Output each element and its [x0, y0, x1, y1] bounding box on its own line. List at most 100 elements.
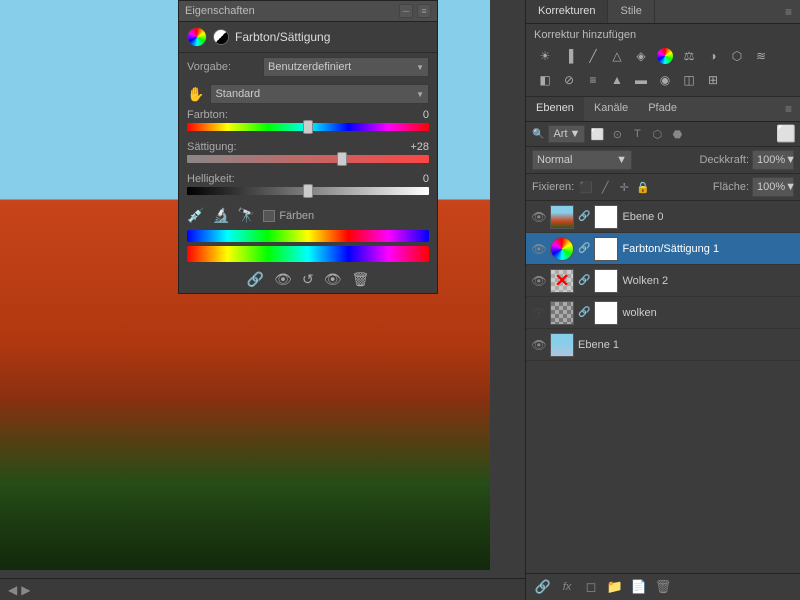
korr-gradient-icon[interactable]: ▬	[630, 69, 652, 91]
layer-eye-huesat1[interactable]: 👁	[532, 242, 546, 256]
layer-tabs: Ebenen Kanäle Pfade ≡	[526, 97, 800, 122]
layer-item-wolken[interactable]: 👁 🔗 wolken	[526, 297, 800, 329]
layer-mask-wolken2	[594, 269, 618, 293]
layer-name-ebene1: Ebene 1	[578, 339, 794, 351]
helligkeit-slider-thumb[interactable]	[303, 184, 313, 198]
new-group-icon[interactable]: 📁	[606, 578, 624, 596]
hue-sat-color-wheel-icon	[187, 27, 207, 47]
layer-item-wolken2[interactable]: 👁 🔗 Wolken 2	[526, 265, 800, 297]
eye-bottom-icon[interactable]: 👁	[274, 271, 292, 288]
layer-tab-group: Ebenen Kanäle Pfade	[526, 97, 687, 121]
farbton-slider-track[interactable]	[187, 123, 429, 131]
layer-eye-wolken2[interactable]: 👁	[532, 274, 546, 288]
right-panel: Korrekturen Stile ≡ Korrektur hinzufügen…	[525, 0, 800, 600]
korr-selectivecolor-icon[interactable]: ◉	[654, 69, 676, 91]
delete-icon[interactable]: 🗑	[351, 271, 369, 288]
korr-threshold-icon[interactable]: ▲	[606, 69, 628, 91]
korr-extra2-icon[interactable]: ⊞	[702, 69, 724, 91]
eyedropper-minus-icon[interactable]: 🔭	[238, 207, 255, 224]
korr-brightness-icon[interactable]: ☀	[534, 45, 556, 67]
layer-item-ebene1[interactable]: 👁 Ebene 1	[526, 329, 800, 361]
korr-extra1-icon[interactable]: ◫	[678, 69, 700, 91]
korr-invert-icon[interactable]: ⊘	[558, 69, 580, 91]
layer-eye-ebene1[interactable]: 👁	[532, 338, 546, 352]
add-mask-icon[interactable]: ◻	[582, 578, 600, 596]
filter-search-icon: 🔍	[532, 129, 544, 140]
new-layer-icon[interactable]: 📄	[630, 578, 648, 596]
link-layers-icon[interactable]: 🔗	[534, 578, 552, 596]
layer-eye-ebene0[interactable]: 👁	[532, 210, 546, 224]
korr-exposure-icon[interactable]: △	[606, 45, 628, 67]
standard-dropdown[interactable]: Standard ▼	[210, 84, 429, 104]
deckkraft-arrow: ▼	[785, 154, 796, 166]
layer-panel-menu-icon[interactable]: ≡	[777, 98, 800, 120]
korr-mixer-icon[interactable]: ≋	[750, 45, 772, 67]
color-gradient-bar-bottom	[187, 246, 429, 262]
fix-gradient-icon[interactable]: ╱	[597, 179, 613, 195]
deckkraft-value[interactable]: 100% ▼	[752, 150, 794, 170]
hue-sat-header: Farbton/Sättigung	[179, 22, 437, 53]
saettigung-slider-track[interactable]	[187, 155, 429, 163]
farbton-value: 0	[399, 109, 429, 121]
opacity-group: Deckkraft: 100% ▼	[699, 150, 794, 170]
layers-filter-toolbar: 🔍 Art ▼ ⬜ ⊙ T ⬡ ⬣ ⬜	[526, 122, 800, 147]
reset-icon[interactable]: ↺	[302, 271, 314, 288]
properties-bottom-icons: 🔗 👁 ↺ 👁 🗑	[179, 266, 437, 293]
tab-ebenen[interactable]: Ebenen	[526, 97, 584, 121]
korr-huesat-icon[interactable]	[657, 48, 673, 64]
blend-mode-arrow: ▼	[616, 154, 627, 166]
korr-photo-icon[interactable]: ⬡	[726, 45, 748, 67]
saettigung-slider-thumb[interactable]	[337, 152, 347, 166]
fx-icon[interactable]: fx	[558, 578, 576, 596]
filter-icon1[interactable]: ⬜	[589, 126, 605, 142]
layer-eye-wolken[interactable]: 👁	[532, 306, 546, 320]
eyedropper-icon[interactable]: 💉	[187, 207, 204, 224]
nav-arrows: ◀ ▶	[8, 583, 30, 597]
vorgabe-dropdown[interactable]: Benutzerdefiniert ▼	[263, 57, 429, 77]
filter-toggle[interactable]: ⬜	[778, 126, 794, 142]
flaeche-value[interactable]: 100% ▼	[752, 177, 794, 197]
main-area: Eigenschaften ─ ≡ Farbton/Sättigung Vorg…	[0, 0, 800, 600]
farbton-slider-thumb[interactable]	[303, 120, 313, 134]
korr-curves-icon[interactable]: ╱	[582, 45, 604, 67]
tab-pfade[interactable]: Pfade	[638, 97, 687, 121]
helligkeit-slider-track[interactable]	[187, 187, 429, 195]
panel-menu-icon[interactable]: ≡	[417, 4, 431, 18]
blend-mode-dropdown[interactable]: Normal ▼	[532, 150, 632, 170]
visibility-icon[interactable]: 👁	[324, 271, 342, 288]
panel-minimize-icon[interactable]: ─	[399, 4, 413, 18]
farben-check[interactable]	[263, 210, 275, 222]
filter-icon5[interactable]: ⬣	[669, 126, 685, 142]
korr-vibrance-icon[interactable]: ◈	[630, 45, 652, 67]
korr-colorlookup-icon[interactable]: ◧	[534, 69, 556, 91]
korr-levels-icon[interactable]: ▐	[558, 45, 580, 67]
filter-icon3[interactable]: T	[629, 126, 645, 142]
korr-colorbalance-icon[interactable]: ⚖	[678, 45, 700, 67]
properties-panel: Eigenschaften ─ ≡ Farbton/Sättigung Vorg…	[178, 0, 438, 294]
farbton-label: Farbton:	[187, 109, 228, 121]
tab-stile[interactable]: Stile	[608, 0, 654, 23]
nav-left-icon[interactable]: ◀	[8, 583, 17, 597]
layer-name-ebene0: Ebene 0	[622, 211, 794, 223]
top-tab-group: Korrekturen Stile	[526, 0, 655, 23]
layer-item-huesat1[interactable]: 👁 🔗 Farbton/Sättigung 1	[526, 233, 800, 265]
layer-thumb-ebene0	[550, 205, 574, 229]
layer-name-huesat1: Farbton/Sättigung 1	[622, 243, 794, 255]
hue-sat-bw-icon	[213, 29, 229, 45]
delete-layer-icon[interactable]: 🗑	[654, 578, 672, 596]
filter-dropdown[interactable]: Art ▼	[548, 125, 585, 143]
filter-icon2[interactable]: ⊙	[609, 126, 625, 142]
tab-korrekturen[interactable]: Korrekturen	[526, 0, 608, 23]
filter-icon4[interactable]: ⬡	[649, 126, 665, 142]
clip-icon[interactable]: 🔗	[247, 271, 264, 288]
fix-move-icon[interactable]: ✛	[616, 179, 632, 195]
fix-pixel-icon[interactable]: ⬛	[578, 179, 594, 195]
right-panel-menu-icon[interactable]: ≡	[777, 1, 800, 23]
tab-kanaele[interactable]: Kanäle	[584, 97, 638, 121]
fix-lock-icon[interactable]: 🔒	[635, 179, 651, 195]
eyedropper-plus-icon[interactable]: 🔬	[212, 207, 229, 224]
layer-item-ebene0[interactable]: 👁 🔗 Ebene 0	[526, 201, 800, 233]
korr-bw-icon[interactable]: ◑	[702, 45, 724, 67]
nav-right-icon[interactable]: ▶	[21, 583, 30, 597]
korr-posterize-icon[interactable]: ≡	[582, 69, 604, 91]
